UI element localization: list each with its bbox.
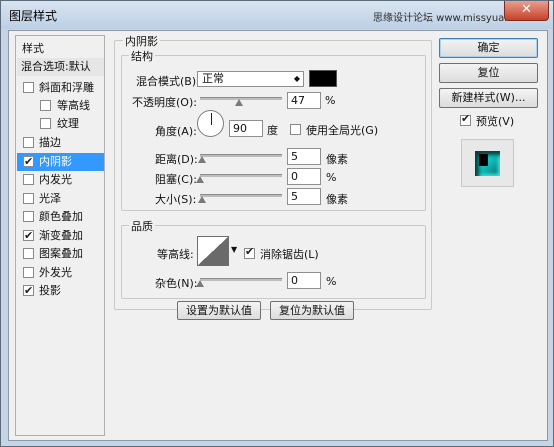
contour-picker[interactable] bbox=[197, 236, 229, 266]
choke-unit: % bbox=[326, 171, 337, 184]
style-item-label: 纹理 bbox=[57, 117, 79, 130]
inner-shadow-title: 内阴影 bbox=[123, 33, 160, 49]
dialog-title: 图层样式 bbox=[9, 9, 58, 23]
choke-label: 阻塞(C): bbox=[155, 173, 197, 186]
angle-dial[interactable] bbox=[197, 110, 224, 137]
inner-shadow-checkbox[interactable] bbox=[23, 153, 34, 171]
size-slider-thumb[interactable] bbox=[197, 196, 206, 203]
noise-input[interactable]: 0 bbox=[287, 272, 321, 289]
style-item-pattern-overlay[interactable]: 图案叠加 bbox=[17, 245, 104, 263]
choke-slider-thumb[interactable] bbox=[196, 176, 204, 183]
angle-needle bbox=[211, 113, 212, 125]
style-item-label: 斜面和浮雕 bbox=[39, 81, 94, 94]
ok-button[interactable]: 确定 bbox=[439, 38, 538, 58]
shadow-color-swatch[interactable] bbox=[309, 70, 337, 87]
style-item-bevel-emboss[interactable]: 斜面和浮雕 bbox=[17, 79, 104, 97]
angle-unit: 度 bbox=[267, 124, 278, 137]
size-slider[interactable] bbox=[200, 194, 282, 197]
blend-mode-label: 混合模式(B): bbox=[136, 75, 200, 88]
size-unit: 像素 bbox=[326, 193, 348, 206]
noise-slider-thumb[interactable] bbox=[196, 280, 204, 287]
antialias-checkbox[interactable] bbox=[244, 245, 255, 259]
distance-slider[interactable] bbox=[200, 154, 282, 157]
quality-title: 品质 bbox=[129, 218, 155, 234]
style-item-label: 内阴影 bbox=[39, 155, 72, 168]
style-item-label: 描边 bbox=[39, 136, 61, 149]
style-preview-thumbnail bbox=[461, 139, 514, 187]
style-item-stroke[interactable]: 描边 bbox=[17, 134, 104, 152]
blend-mode-value: 正常 bbox=[202, 72, 224, 85]
angle-label: 角度(A): bbox=[155, 125, 197, 138]
choke-input[interactable]: 0 bbox=[287, 168, 321, 185]
distance-unit: 像素 bbox=[326, 153, 348, 166]
preview-checkbox[interactable] bbox=[460, 112, 471, 126]
style-item-satin[interactable]: 光泽 bbox=[17, 190, 104, 208]
noise-slider[interactable] bbox=[200, 278, 282, 281]
style-item-contour[interactable]: 等高线 bbox=[17, 97, 104, 115]
size-input[interactable]: 5 bbox=[287, 188, 321, 205]
layer-style-dialog: 图层样式 思缘设计论坛 www.missyuan.com ✕ 样式 混合选项:默… bbox=[0, 0, 554, 447]
satin-checkbox[interactable] bbox=[23, 193, 34, 204]
style-list: 样式 混合选项:默认 斜面和浮雕 等高线 纹理 描边 内阴影 bbox=[15, 35, 105, 436]
preview-label: 预览(V) bbox=[476, 115, 515, 128]
style-item-label: 内发光 bbox=[39, 173, 72, 186]
title-bar[interactable]: 图层样式 思缘设计论坛 www.missyuan.com ✕ bbox=[1, 1, 553, 29]
blending-options-default[interactable]: 混合选项:默认 bbox=[17, 58, 104, 76]
style-item-gradient-overlay[interactable]: 渐变叠加 bbox=[17, 227, 104, 245]
global-light-checkbox[interactable] bbox=[290, 124, 301, 135]
noise-label: 杂色(N): bbox=[155, 277, 198, 290]
contour-checkbox[interactable] bbox=[40, 100, 51, 111]
style-item-label: 颜色叠加 bbox=[39, 210, 83, 223]
preview-shadow bbox=[479, 154, 488, 166]
make-default-button[interactable]: 设置为默认值 bbox=[177, 301, 261, 320]
antialias-label: 消除锯齿(L) bbox=[260, 248, 319, 261]
gradient-overlay-checkbox[interactable] bbox=[23, 227, 34, 245]
style-item-label: 投影 bbox=[39, 284, 61, 297]
noise-unit: % bbox=[326, 275, 337, 288]
choke-slider[interactable] bbox=[200, 174, 282, 177]
style-item-label: 渐变叠加 bbox=[39, 229, 83, 242]
style-item-outer-glow[interactable]: 外发光 bbox=[17, 264, 104, 282]
blend-mode-select[interactable]: 正常 ◆ bbox=[197, 71, 304, 87]
style-list-header[interactable]: 样式 bbox=[22, 40, 44, 56]
close-button[interactable]: ✕ bbox=[504, 1, 549, 21]
distance-slider-thumb[interactable] bbox=[197, 156, 206, 163]
drop-shadow-checkbox[interactable] bbox=[23, 282, 34, 300]
reset-button[interactable]: 复位 bbox=[439, 63, 538, 83]
opacity-label: 不透明度(O): bbox=[132, 96, 197, 109]
new-style-button[interactable]: 新建样式(W)... bbox=[439, 88, 538, 108]
bevel-emboss-checkbox[interactable] bbox=[23, 82, 34, 93]
angle-input[interactable]: 90 bbox=[229, 120, 263, 137]
structure-title: 结构 bbox=[129, 48, 155, 64]
style-item-label: 等高线 bbox=[57, 99, 90, 112]
dropdown-arrow-icon: ◆ bbox=[293, 74, 300, 83]
stroke-checkbox[interactable] bbox=[23, 137, 34, 148]
size-label: 大小(S): bbox=[155, 193, 197, 206]
global-light-label: 使用全局光(G) bbox=[306, 124, 379, 137]
reset-default-button[interactable]: 复位为默认值 bbox=[270, 301, 354, 320]
opacity-unit: % bbox=[325, 94, 336, 107]
opacity-input[interactable]: 47 bbox=[287, 92, 321, 109]
contour-dropdown-icon[interactable]: ▼ bbox=[231, 245, 237, 254]
opacity-slider-thumb[interactable] bbox=[234, 99, 243, 106]
style-item-texture[interactable]: 纹理 bbox=[17, 115, 104, 133]
style-item-inner-glow[interactable]: 内发光 bbox=[17, 171, 104, 189]
distance-input[interactable]: 5 bbox=[287, 148, 321, 165]
style-item-label: 图案叠加 bbox=[39, 247, 83, 260]
texture-checkbox[interactable] bbox=[40, 118, 51, 129]
pattern-overlay-checkbox[interactable] bbox=[23, 248, 34, 259]
dialog-body: 样式 混合选项:默认 斜面和浮雕 等高线 纹理 描边 内阴影 bbox=[8, 30, 548, 441]
style-item-label: 外发光 bbox=[39, 266, 72, 279]
close-icon: ✕ bbox=[521, 2, 532, 17]
color-overlay-checkbox[interactable] bbox=[23, 211, 34, 222]
style-item-label: 光泽 bbox=[39, 192, 61, 205]
distance-label: 距离(D): bbox=[155, 153, 198, 166]
outer-glow-checkbox[interactable] bbox=[23, 267, 34, 278]
style-item-inner-shadow[interactable]: 内阴影 bbox=[17, 153, 104, 171]
style-item-drop-shadow[interactable]: 投影 bbox=[17, 282, 104, 300]
inner-glow-checkbox[interactable] bbox=[23, 174, 34, 185]
style-item-color-overlay[interactable]: 颜色叠加 bbox=[17, 208, 104, 226]
contour-label: 等高线: bbox=[157, 248, 194, 261]
preview-swatch bbox=[475, 151, 500, 176]
